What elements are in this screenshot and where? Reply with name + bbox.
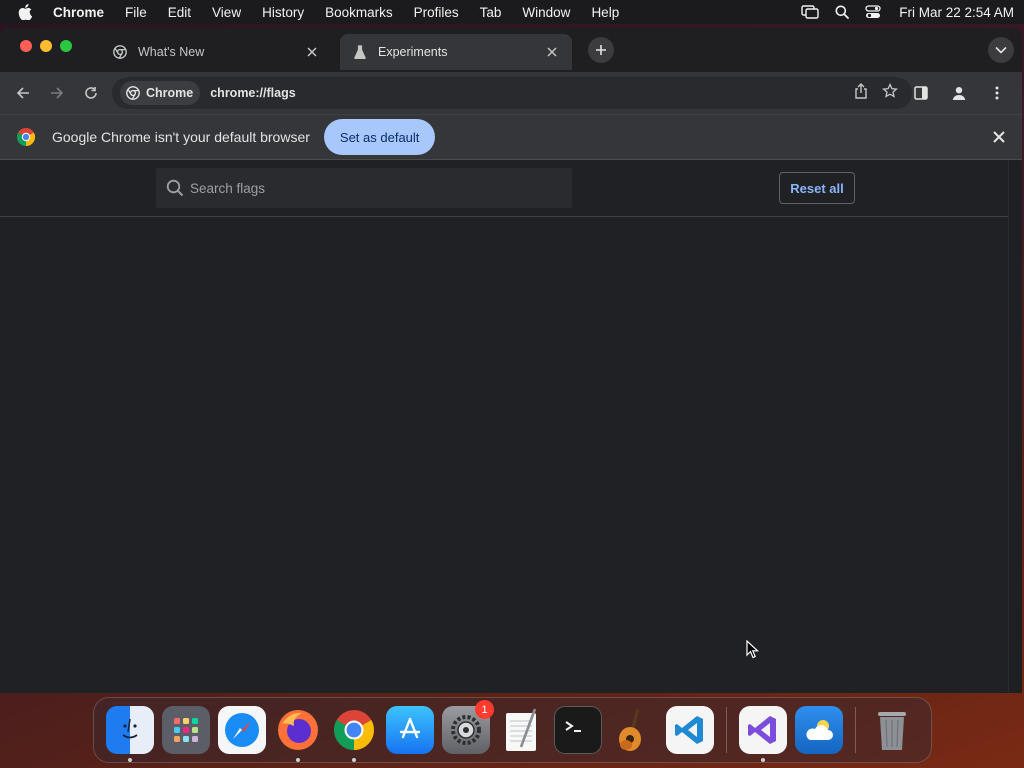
menu-help[interactable]: Help (591, 5, 619, 20)
menu-profiles[interactable]: Profiles (414, 5, 459, 20)
mouse-pointer-icon (746, 640, 760, 659)
infobar-message: Google Chrome isn't your default browser (52, 129, 310, 145)
launchpad-icon[interactable] (162, 706, 210, 754)
forward-button[interactable] (42, 78, 72, 108)
chevron-down-icon (995, 46, 1007, 54)
chrome-logo-icon (16, 128, 36, 146)
running-indicator (128, 758, 132, 762)
weather-icon[interactable] (795, 706, 843, 754)
tab-title: What's New (138, 45, 205, 59)
menu-history[interactable]: History (262, 5, 304, 20)
finder-icon[interactable] (106, 706, 154, 762)
control-center-icon[interactable] (865, 5, 881, 19)
menu-window[interactable]: Window (522, 5, 570, 20)
set-as-default-button[interactable]: Set as default (323, 119, 436, 155)
page-scrollbar[interactable] (1008, 160, 1022, 693)
tab-search-button[interactable] (988, 37, 1014, 63)
window-minimize-button[interactable] (40, 40, 52, 52)
flags-page: Reset all (0, 160, 1022, 693)
chrome-icon (112, 44, 128, 60)
tab-title: Experiments (378, 45, 448, 59)
running-indicator (761, 758, 765, 762)
search-flags-box[interactable] (156, 168, 572, 208)
tab-close-icon[interactable] (544, 44, 560, 60)
new-tab-button[interactable] (588, 37, 614, 63)
tab-strip: What's New Experiments (0, 28, 1022, 72)
window-zoom-button[interactable] (60, 40, 72, 52)
reload-button[interactable] (76, 78, 106, 108)
menu-edit[interactable]: Edit (168, 5, 191, 20)
reload-icon (85, 87, 97, 99)
tab-whats-new[interactable]: What's New (100, 34, 332, 70)
window-close-button[interactable] (20, 40, 32, 52)
more-vertical-icon (995, 86, 999, 100)
site-chip-label: Chrome (146, 86, 194, 100)
menu-view[interactable]: View (212, 5, 241, 20)
browser-toolbar: Chrome chrome://flags (0, 72, 1022, 114)
trash-icon[interactable] (868, 706, 916, 754)
chrome-menu-button[interactable] (982, 78, 1012, 108)
system-settings-icon[interactable]: 1 (442, 700, 494, 754)
running-indicator (296, 758, 300, 762)
running-indicator (352, 758, 356, 762)
textedit-icon[interactable] (498, 706, 546, 754)
default-browser-infobar: Google Chrome isn't your default browser… (0, 114, 1022, 160)
close-icon[interactable] (992, 130, 1006, 144)
menu-app-name[interactable]: Chrome (53, 5, 104, 20)
reset-all-button[interactable]: Reset all (779, 172, 855, 204)
screen-mirroring-icon[interactable] (801, 5, 819, 19)
tab-experiments[interactable]: Experiments (340, 34, 572, 70)
visual-studio-icon[interactable] (739, 706, 787, 762)
menu-bar-clock[interactable]: Fri Mar 22 2:54 AM (899, 5, 1014, 20)
back-button[interactable] (8, 78, 38, 108)
site-info-chip[interactable]: Chrome (120, 81, 201, 105)
dock-separator (726, 707, 727, 753)
chrome-icon (126, 86, 140, 100)
address-bar[interactable]: Chrome chrome://flags (112, 77, 912, 109)
vscode-icon[interactable] (666, 706, 714, 754)
tab-close-icon[interactable] (304, 44, 320, 60)
side-panel-icon (914, 86, 928, 100)
menu-tab[interactable]: Tab (480, 5, 502, 20)
flask-icon (352, 44, 368, 60)
dock-separator (855, 707, 856, 753)
garageband-icon[interactable] (610, 706, 658, 754)
bookmark-star-icon[interactable] (882, 82, 898, 104)
search-icon (166, 179, 184, 197)
dock: 1 (93, 697, 932, 763)
safari-icon[interactable] (218, 706, 266, 754)
terminal-icon[interactable] (554, 706, 602, 754)
menu-file[interactable]: File (125, 5, 147, 20)
firefox-icon[interactable] (274, 706, 322, 762)
avatar-icon (952, 87, 966, 100)
app-store-icon[interactable] (386, 706, 434, 754)
chrome-app-icon[interactable] (330, 706, 378, 762)
search-flags-input[interactable] (190, 180, 550, 196)
apple-menu-icon[interactable] (18, 4, 34, 20)
browser-window: What's New Experiments Chrome chrome://f… (0, 28, 1022, 693)
arrow-left-icon (16, 87, 29, 99)
share-icon[interactable] (854, 82, 868, 104)
arrow-right-icon (51, 87, 64, 99)
notification-badge: 1 (475, 700, 494, 719)
url-text[interactable]: chrome://flags (210, 86, 295, 100)
window-controls (20, 40, 72, 52)
spotlight-search-icon[interactable] (835, 5, 850, 19)
menu-bookmarks[interactable]: Bookmarks (325, 5, 393, 20)
profile-button[interactable] (944, 78, 974, 108)
plus-icon (596, 45, 606, 55)
menu-bar: Chrome File Edit View History Bookmarks … (0, 0, 1024, 24)
flags-header: Reset all (0, 160, 1022, 217)
side-panel-button[interactable] (906, 78, 936, 108)
